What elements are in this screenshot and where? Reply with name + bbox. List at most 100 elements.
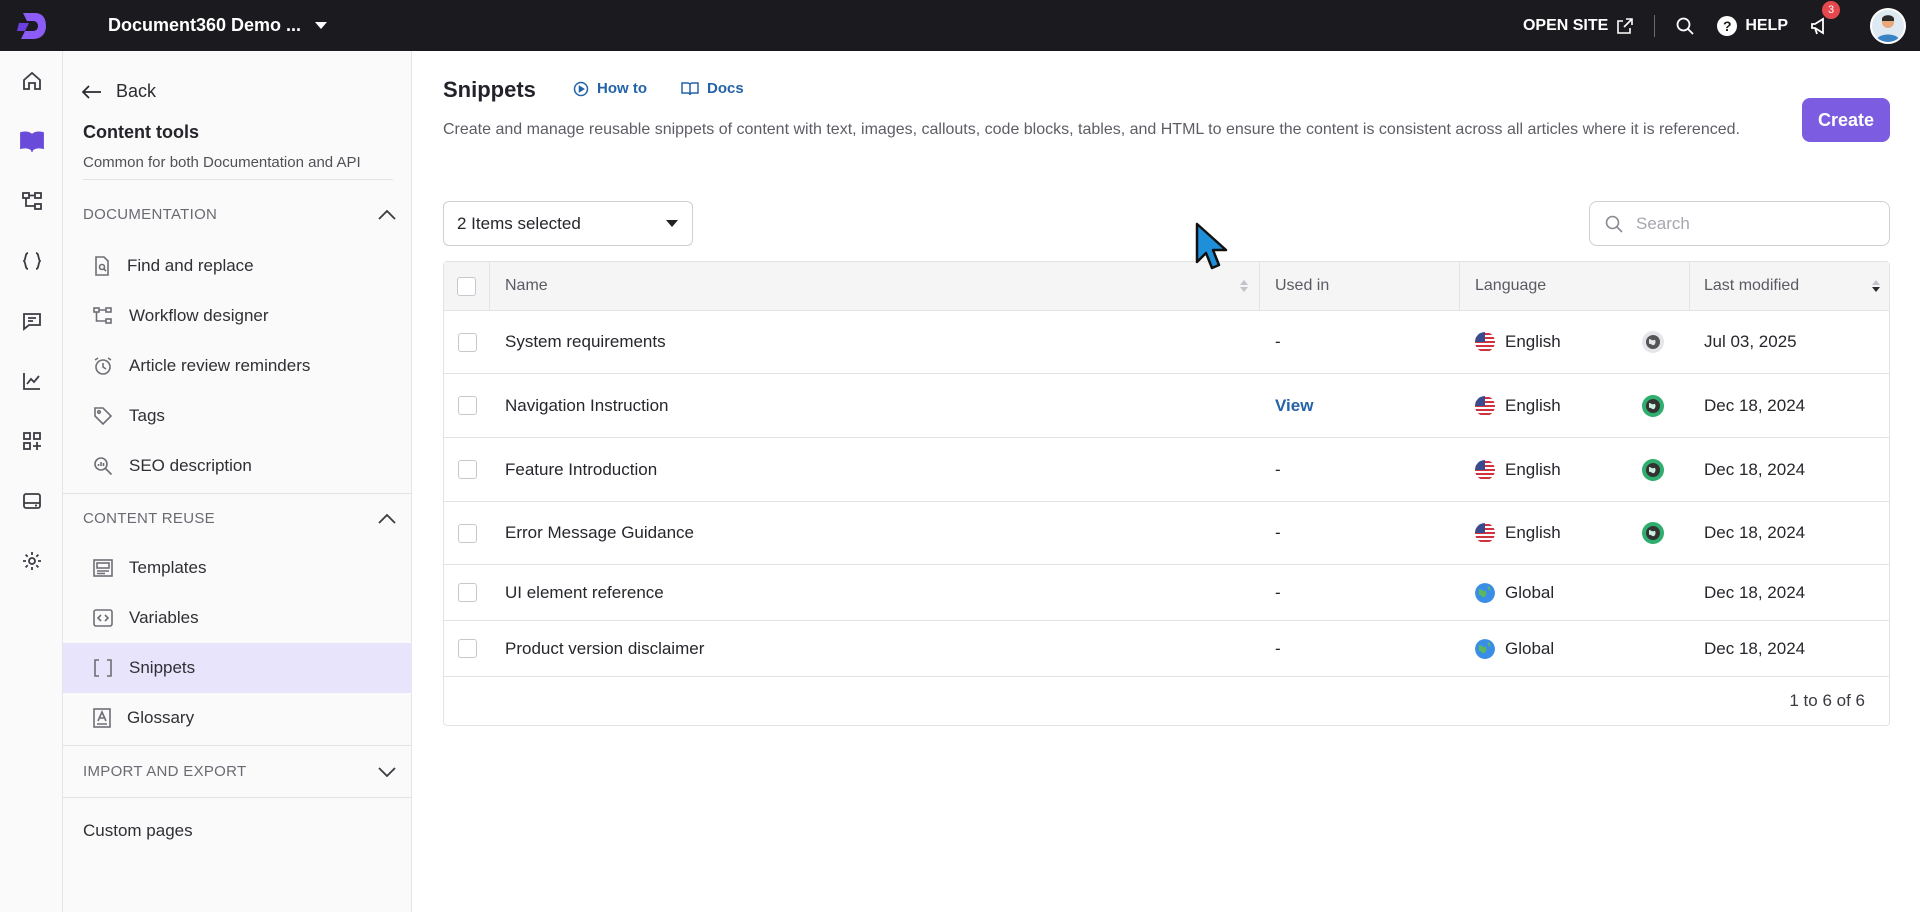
- translation-status-icon[interactable]: [1641, 521, 1665, 545]
- sidebar-item-label: Snippets: [129, 658, 196, 677]
- table-row[interactable]: UI element reference - Global Dec 18, 20…: [444, 565, 1889, 621]
- table-row[interactable]: Feature Introduction - English Dec 18, 2…: [444, 438, 1889, 502]
- sidebar-item-variables[interactable]: Variables: [63, 593, 412, 643]
- back-button[interactable]: Back: [82, 81, 156, 102]
- help-button[interactable]: ? HELP: [1717, 15, 1788, 36]
- translation-status-icon[interactable]: [1641, 458, 1665, 482]
- workflow-icon: [93, 307, 112, 324]
- language-filter-dropdown[interactable]: 2 Items selected: [443, 201, 693, 246]
- template-icon: [93, 559, 113, 577]
- page-description: Create and manage reusable snippets of c…: [443, 121, 1740, 138]
- project-selector[interactable]: Document360 Demo ...: [108, 15, 328, 36]
- create-button[interactable]: Create: [1802, 98, 1890, 142]
- section-documentation[interactable]: DOCUMENTATION: [83, 206, 396, 223]
- used-in-view-link[interactable]: View: [1275, 396, 1313, 415]
- snippet-name[interactable]: System requirements: [490, 332, 1260, 352]
- table-row[interactable]: System requirements - English Jul 03, 20…: [444, 311, 1889, 374]
- row-checkbox[interactable]: [457, 583, 477, 602]
- sidebar-item-label: Article review reminders: [129, 356, 311, 375]
- drive-icon: [22, 493, 41, 509]
- seo-search-icon: [94, 457, 113, 476]
- section-label: DOCUMENTATION: [83, 206, 218, 223]
- row-checkbox[interactable]: [457, 523, 477, 543]
- sidebar-item-seo-description[interactable]: SEO description: [63, 441, 412, 491]
- sidebar-item-article-review-reminders[interactable]: Article review reminders: [63, 341, 412, 391]
- rail-integrations[interactable]: [0, 411, 63, 471]
- translation-status-icon[interactable]: [1641, 330, 1665, 354]
- section-content-reuse[interactable]: CONTENT REUSE: [83, 510, 396, 527]
- column-last-modified[interactable]: Last modified: [1690, 262, 1889, 310]
- table-row[interactable]: Product version disclaimer - Global Dec …: [444, 621, 1889, 677]
- filter-value: 2 Items selected: [457, 213, 581, 233]
- search-icon: [1676, 17, 1694, 35]
- top-bar: Document360 Demo ... OPEN SITE ? HELP 3: [0, 0, 1920, 51]
- search-icon: [1605, 215, 1623, 233]
- sidebar-item-snippets[interactable]: Snippets: [63, 643, 412, 693]
- user-avatar[interactable]: [1870, 7, 1906, 44]
- translation-status-icon[interactable]: [1641, 394, 1665, 418]
- row-checkbox[interactable]: [457, 396, 477, 415]
- used-in-value: -: [1275, 582, 1281, 602]
- rail-api[interactable]: [0, 171, 63, 231]
- column-label: Last modified: [1704, 277, 1800, 294]
- used-in-value: -: [1275, 332, 1281, 351]
- row-checkbox[interactable]: [457, 332, 477, 352]
- sort-desc-icon: [1872, 280, 1880, 292]
- document360-logo[interactable]: [0, 0, 64, 51]
- row-checkbox[interactable]: [457, 639, 477, 658]
- sidebar-item-glossary[interactable]: Glossary: [63, 693, 412, 743]
- docs-link[interactable]: Docs: [681, 80, 744, 97]
- language-label: English: [1505, 332, 1561, 351]
- language-label: Global: [1505, 582, 1555, 602]
- globe-icon: [1475, 582, 1495, 603]
- last-modified-value: Dec 18, 2024: [1704, 459, 1806, 479]
- rail-home[interactable]: [0, 51, 63, 111]
- sort-icon: [1240, 280, 1248, 292]
- how-to-link[interactable]: How to: [573, 80, 647, 97]
- rail-documentation[interactable]: [0, 111, 63, 171]
- table-row[interactable]: Navigation Instruction View English Dec …: [444, 374, 1889, 438]
- table-row[interactable]: Error Message Guidance - English Dec 18,…: [444, 502, 1889, 565]
- row-checkbox[interactable]: [457, 460, 477, 479]
- sidebar-item-tags[interactable]: Tags: [63, 391, 412, 441]
- divider: [1654, 14, 1656, 37]
- book-icon: [19, 131, 44, 152]
- help-label: HELP: [1745, 16, 1788, 34]
- rail-widgets[interactable]: [0, 471, 63, 531]
- snippet-name[interactable]: Feature Introduction: [490, 460, 1260, 480]
- last-modified-value: Dec 18, 2024: [1704, 638, 1806, 658]
- chevron-up-icon: [378, 209, 396, 220]
- used-in-value: -: [1275, 523, 1281, 542]
- open-site-button[interactable]: OPEN SITE: [1523, 17, 1634, 35]
- divider: [63, 493, 412, 494]
- sidebar-item-label: Workflow designer: [129, 306, 269, 325]
- search-button[interactable]: [1675, 16, 1695, 36]
- notifications-button[interactable]: 3: [1810, 0, 1840, 36]
- rail-code[interactable]: [0, 231, 63, 291]
- snippet-name[interactable]: Product version disclaimer: [490, 639, 1260, 659]
- sidebar-item-templates[interactable]: Templates: [63, 543, 412, 593]
- select-all-checkbox[interactable]: [457, 276, 476, 296]
- snippet-name[interactable]: Navigation Instruction: [490, 396, 1260, 416]
- column-language: Language: [1460, 262, 1690, 310]
- snippet-name[interactable]: Error Message Guidance: [490, 523, 1260, 543]
- apps-icon: [22, 432, 41, 450]
- section-import-export[interactable]: IMPORT AND EXPORT: [83, 763, 396, 780]
- sidebar-item-workflow-designer[interactable]: Workflow designer: [63, 291, 412, 341]
- snippet-name[interactable]: UI element reference: [490, 583, 1260, 603]
- column-label: Name: [505, 277, 548, 294]
- last-modified-value: Dec 18, 2024: [1704, 395, 1806, 415]
- rail-settings[interactable]: [0, 531, 63, 591]
- sidebar-item-label: Variables: [129, 608, 199, 627]
- sidebar-item-custom-pages[interactable]: Custom pages: [83, 821, 193, 841]
- external-link-icon: [1617, 17, 1634, 34]
- rail-feedback[interactable]: [0, 291, 63, 351]
- divider: [63, 745, 412, 746]
- column-name[interactable]: Name: [490, 262, 1260, 310]
- search-input[interactable]: [1636, 213, 1856, 234]
- snippets-table: Name Used in Language Last modified Syst…: [443, 261, 1890, 726]
- table-header: Name Used in Language Last modified: [444, 262, 1889, 311]
- rail-analytics[interactable]: [0, 351, 63, 411]
- sidebar-item-find-and-replace[interactable]: Find and replace: [63, 241, 412, 291]
- sidebar-item-label: Glossary: [127, 708, 195, 727]
